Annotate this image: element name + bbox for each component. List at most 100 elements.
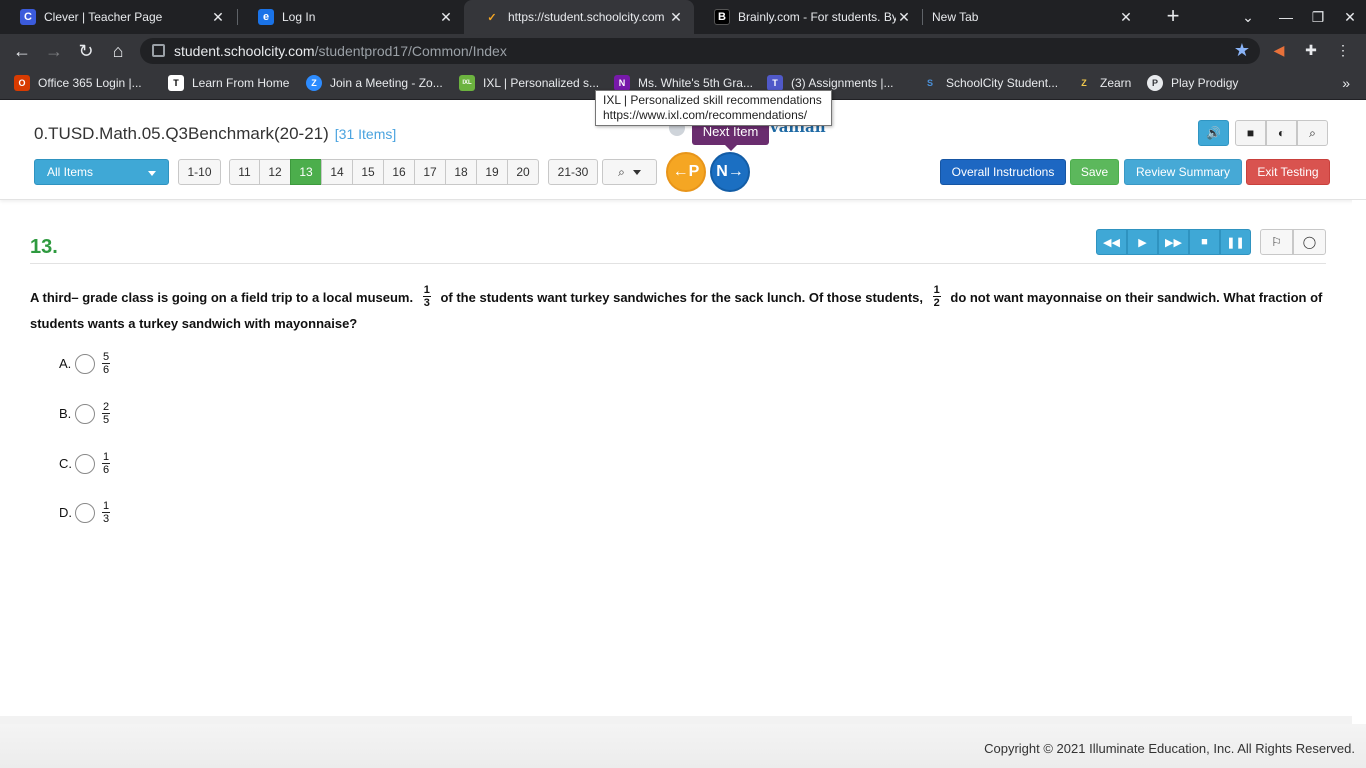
- all-items-label: All Items: [47, 165, 94, 179]
- all-items-dropdown[interactable]: All Items: [34, 159, 169, 185]
- close-tab-icon[interactable]: ✕: [1118, 9, 1134, 26]
- copyright-text: Copyright © 2021 Illuminate Education, I…: [984, 741, 1355, 756]
- bookmark-zearn[interactable]: Z Zearn: [1076, 75, 1131, 91]
- rewind-icon[interactable]: ◀◀: [1096, 229, 1127, 255]
- bookmark-label: Play Prodigy: [1171, 76, 1239, 90]
- page-button-11[interactable]: 11: [229, 159, 260, 185]
- fast-forward-icon[interactable]: ▶▶: [1158, 229, 1189, 255]
- close-tab-icon[interactable]: ✕: [210, 9, 226, 26]
- flag-icon[interactable]: ⚐: [1260, 229, 1293, 255]
- address-bar[interactable]: student.schoolcity.com/studentprod17/Com…: [140, 38, 1260, 64]
- text-to-speech-icon[interactable]: 🔊: [1198, 120, 1229, 146]
- answer-choice-d[interactable]: D. 13: [59, 500, 111, 525]
- fraction-one-third: 13: [422, 284, 431, 309]
- toolbox-icon[interactable]: ■: [1235, 120, 1266, 146]
- browser-tab-brainly[interactable]: B Brainly.com - For students. By ✕: [694, 0, 922, 34]
- choice-radio[interactable]: [75, 453, 95, 474]
- choice-fraction: 16: [102, 451, 111, 476]
- bookmark-teams[interactable]: T (3) Assignments |...: [767, 75, 894, 91]
- browser-tab-login[interactable]: e Log In ✕: [238, 0, 464, 34]
- tab-label: Log In: [282, 10, 316, 24]
- stem-text: A third– grade class is going on a field…: [30, 290, 414, 305]
- audio-controls: ◀◀ ▶ ▶▶ ■ ❚❚: [1096, 229, 1251, 255]
- close-tab-icon[interactable]: ✕: [668, 9, 684, 26]
- page-button-17[interactable]: 17: [414, 159, 446, 185]
- bookmark-prodigy[interactable]: P Play Prodigy: [1147, 75, 1238, 91]
- page-button-15[interactable]: 15: [352, 159, 384, 185]
- choice-fraction: 56: [102, 351, 111, 376]
- bookmarks-overflow-icon[interactable]: »: [1342, 75, 1350, 91]
- answer-choice-a[interactable]: A. 56: [59, 351, 111, 376]
- bookmark-onenote[interactable]: N Ms. White's 5th Gra...: [614, 75, 753, 91]
- fraction-denominator: 5: [103, 414, 110, 426]
- comment-bubble-icon[interactable]: ◯: [1293, 229, 1326, 255]
- url-text: student.schoolcity.com/studentprod17/Com…: [174, 43, 507, 59]
- previous-item-button[interactable]: ← P: [666, 152, 706, 192]
- reload-icon[interactable]: ↻: [73, 38, 99, 64]
- bookmark-ixl[interactable]: IXL IXL | Personalized s...: [459, 75, 599, 91]
- bookmark-schoolcity[interactable]: S SchoolCity Student...: [922, 75, 1058, 91]
- caret-down-icon: [148, 171, 156, 176]
- choice-letter: D.: [59, 505, 72, 520]
- extensions-puzzle-icon[interactable]: ✚: [1302, 42, 1320, 60]
- item-search-dropdown[interactable]: ⌕: [602, 159, 657, 185]
- play-icon[interactable]: ▶: [1127, 229, 1158, 255]
- bookmark-star-icon[interactable]: ★: [1234, 40, 1250, 61]
- next-item-button[interactable]: N →: [710, 152, 750, 192]
- minimize-icon[interactable]: —: [1270, 0, 1302, 34]
- back-arrow-icon[interactable]: ←: [9, 38, 35, 64]
- zoom-magnifier-icon[interactable]: ⌕: [1297, 120, 1328, 146]
- page-button-19[interactable]: 19: [476, 159, 508, 185]
- bookmark-office365[interactable]: O Office 365 Login |...: [14, 75, 142, 91]
- choice-fraction: 25: [102, 401, 111, 426]
- test-name: 0.TUSD.Math.05.Q3Benchmark(20-21): [34, 124, 329, 143]
- question-marker-tools: ⚐ ◯: [1260, 229, 1326, 255]
- review-summary-button[interactable]: Review Summary: [1124, 159, 1242, 185]
- page-button-13[interactable]: 13: [290, 159, 322, 185]
- close-tab-icon[interactable]: ✕: [438, 9, 454, 26]
- fraction-denominator: 6: [103, 364, 110, 376]
- contrast-icon[interactable]: ◐: [1266, 120, 1297, 146]
- page-button-16[interactable]: 16: [383, 159, 415, 185]
- close-tab-icon[interactable]: ✕: [896, 9, 912, 26]
- site-info-icon[interactable]: [152, 44, 165, 57]
- exit-testing-button[interactable]: Exit Testing: [1246, 159, 1330, 185]
- bookmark-label: Join a Meeting - Zo...: [330, 76, 443, 90]
- stop-icon[interactable]: ■: [1189, 229, 1220, 255]
- choice-letter: C.: [59, 456, 72, 471]
- schoolcity-icon: S: [926, 78, 933, 88]
- page-button-20[interactable]: 20: [507, 159, 539, 185]
- bookmark-label: Learn From Home: [192, 76, 290, 90]
- page-button-12[interactable]: 12: [259, 159, 291, 185]
- range-prev-button[interactable]: 1-10: [178, 159, 221, 185]
- extension-speaker-icon[interactable]: ◀: [1270, 42, 1288, 60]
- answer-choice-c[interactable]: C. 16: [59, 451, 111, 476]
- page-button-14[interactable]: 14: [321, 159, 353, 185]
- fraction-numerator: 1: [422, 284, 431, 298]
- browser-tab-clever[interactable]: C Clever | Teacher Page ✕: [0, 0, 236, 34]
- forward-arrow-icon[interactable]: →: [41, 38, 67, 64]
- arrow-left-icon: ←: [672, 163, 689, 180]
- answer-choice-b[interactable]: B. 25: [59, 401, 111, 426]
- range-next-button[interactable]: 21-30: [548, 159, 598, 185]
- tab-search-icon[interactable]: ⌄: [1232, 0, 1264, 34]
- browser-menu-icon[interactable]: ⋮: [1334, 42, 1352, 60]
- bookmark-zoom[interactable]: Z Join a Meeting - Zo...: [306, 75, 443, 91]
- browser-tab-newtab[interactable]: New Tab ✕: [922, 0, 1144, 34]
- page-scrollbar[interactable]: [1352, 200, 1366, 724]
- choice-radio[interactable]: [75, 353, 95, 374]
- new-tab-plus-icon[interactable]: +: [1160, 4, 1186, 30]
- test-title: 0.TUSD.Math.05.Q3Benchmark(20-21) [31 Ite…: [34, 124, 396, 144]
- home-icon[interactable]: ⌂: [105, 38, 131, 64]
- choice-radio[interactable]: [75, 502, 95, 523]
- close-window-icon[interactable]: ✕: [1334, 0, 1366, 34]
- pause-icon[interactable]: ❚❚: [1220, 229, 1251, 255]
- choice-radio[interactable]: [75, 403, 95, 424]
- page-button-18[interactable]: 18: [445, 159, 477, 185]
- save-button[interactable]: Save: [1070, 159, 1119, 185]
- overall-instructions-button[interactable]: Overall Instructions: [940, 159, 1066, 185]
- brainly-favicon-icon: B: [714, 9, 730, 25]
- bookmark-learn-from-home[interactable]: T Learn From Home: [168, 75, 289, 91]
- browser-tab-schoolcity[interactable]: ✓ https://student.schoolcity.com ✕: [464, 0, 694, 34]
- restore-icon[interactable]: ❐: [1302, 0, 1334, 34]
